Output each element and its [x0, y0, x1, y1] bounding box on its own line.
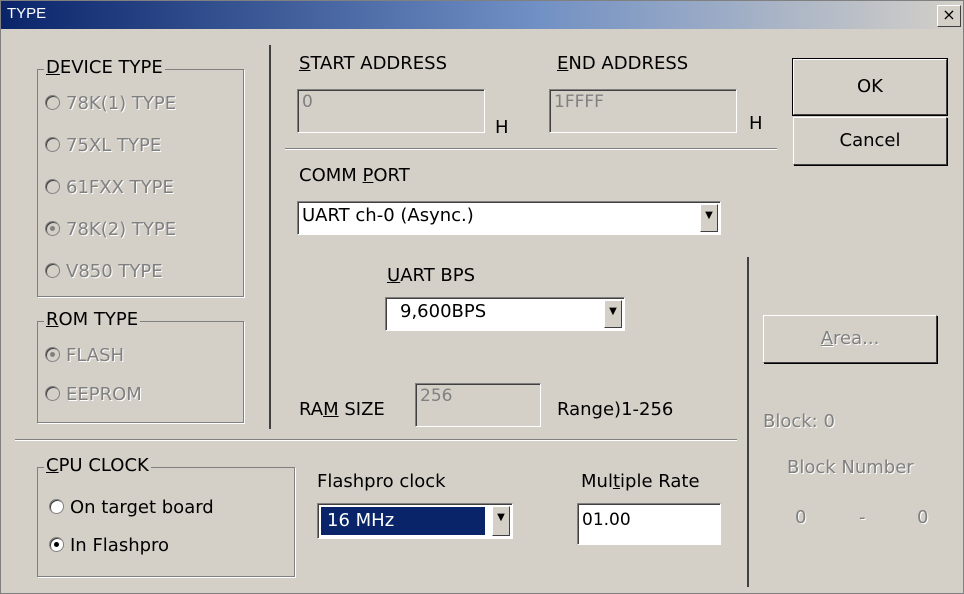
window-title: TYPE	[7, 5, 47, 22]
radio-icon	[45, 385, 60, 401]
radio-icon	[45, 262, 60, 278]
radio-icon	[45, 178, 60, 194]
close-button[interactable]: ×	[937, 5, 961, 27]
block-number-to: 0	[917, 507, 929, 528]
end-address-label: END ADDRESS	[557, 53, 689, 74]
end-address-field[interactable]: 1FFFF	[549, 89, 737, 133]
block-value: 0	[823, 411, 835, 432]
device-radio-v850[interactable]: V850 TYPE	[45, 261, 163, 282]
left-separator	[269, 45, 271, 429]
cpu-clock-group: CPU CLOCK	[37, 455, 295, 577]
multiple-rate-field[interactable]: 01.00	[577, 503, 721, 545]
cpu-radio-target-board[interactable]: On target board	[49, 497, 214, 518]
uart-bps-dropdown[interactable]: 9,600BPS ▼	[385, 297, 625, 331]
radio-icon	[45, 346, 60, 362]
cpu-clock-legend: CPU CLOCK	[44, 455, 151, 476]
device-type-legend: DEVICE TYPE	[44, 57, 165, 78]
ok-button[interactable]: OK	[792, 58, 948, 116]
end-address-suffix: H	[749, 113, 763, 134]
flashpro-clock-label: Flashpro clock	[317, 471, 446, 492]
comm-port-dropdown[interactable]: UART ch-0 (Async.) ▼	[297, 201, 721, 235]
type-dialog: TYPE × DEVICE TYPE 78K(1) TYPE 75XL TYPE…	[0, 0, 964, 594]
block-number-from: 0	[795, 507, 807, 528]
ram-size-range: Range)1-256	[557, 399, 674, 420]
device-radio-78k1[interactable]: 78K(1) TYPE	[45, 93, 176, 114]
radio-icon	[45, 136, 60, 152]
lower-separator	[15, 439, 737, 441]
comm-port-label: COMM PORT	[299, 165, 410, 186]
rom-radio-eeprom[interactable]: EEPROM	[45, 384, 142, 405]
device-radio-78k2[interactable]: 78K(2) TYPE	[45, 219, 176, 240]
start-address-label: START ADDRESS	[299, 53, 448, 74]
uart-bps-label: UART BPS	[387, 265, 476, 286]
right-separator	[747, 257, 749, 587]
cancel-button[interactable]: Cancel	[793, 117, 947, 165]
radio-icon	[45, 94, 60, 110]
rom-type-group: ROM TYPE	[37, 309, 244, 423]
title-bar: TYPE ×	[1, 1, 963, 29]
chevron-down-icon[interactable]: ▼	[700, 204, 718, 232]
ram-size-field[interactable]: 256	[415, 383, 541, 427]
address-separator	[285, 148, 777, 150]
radio-icon	[49, 536, 64, 552]
flashpro-clock-dropdown[interactable]: 16 MHz ▼	[317, 503, 513, 539]
block-number-dash: -	[859, 507, 866, 528]
block-label: Block: 0	[763, 411, 835, 432]
rom-type-legend: ROM TYPE	[44, 309, 141, 330]
multiple-rate-label: Multiple Rate	[581, 471, 700, 492]
start-address-suffix: H	[495, 117, 509, 138]
device-radio-61fxx[interactable]: 61FXX TYPE	[45, 177, 174, 198]
device-radio-75xl[interactable]: 75XL TYPE	[45, 135, 161, 156]
close-icon: ×	[942, 5, 956, 24]
radio-icon	[49, 498, 64, 514]
chevron-down-icon[interactable]: ▼	[492, 506, 510, 536]
chevron-down-icon[interactable]: ▼	[604, 300, 622, 328]
area-button[interactable]: Area...	[763, 315, 937, 363]
start-address-field[interactable]: 0	[297, 89, 485, 133]
cpu-radio-in-flashpro[interactable]: In Flashpro	[49, 535, 169, 556]
radio-icon	[45, 220, 60, 236]
block-number-label: Block Number	[787, 457, 914, 478]
ram-size-label: RAM SIZE	[299, 399, 385, 420]
rom-radio-flash[interactable]: FLASH	[45, 345, 124, 366]
